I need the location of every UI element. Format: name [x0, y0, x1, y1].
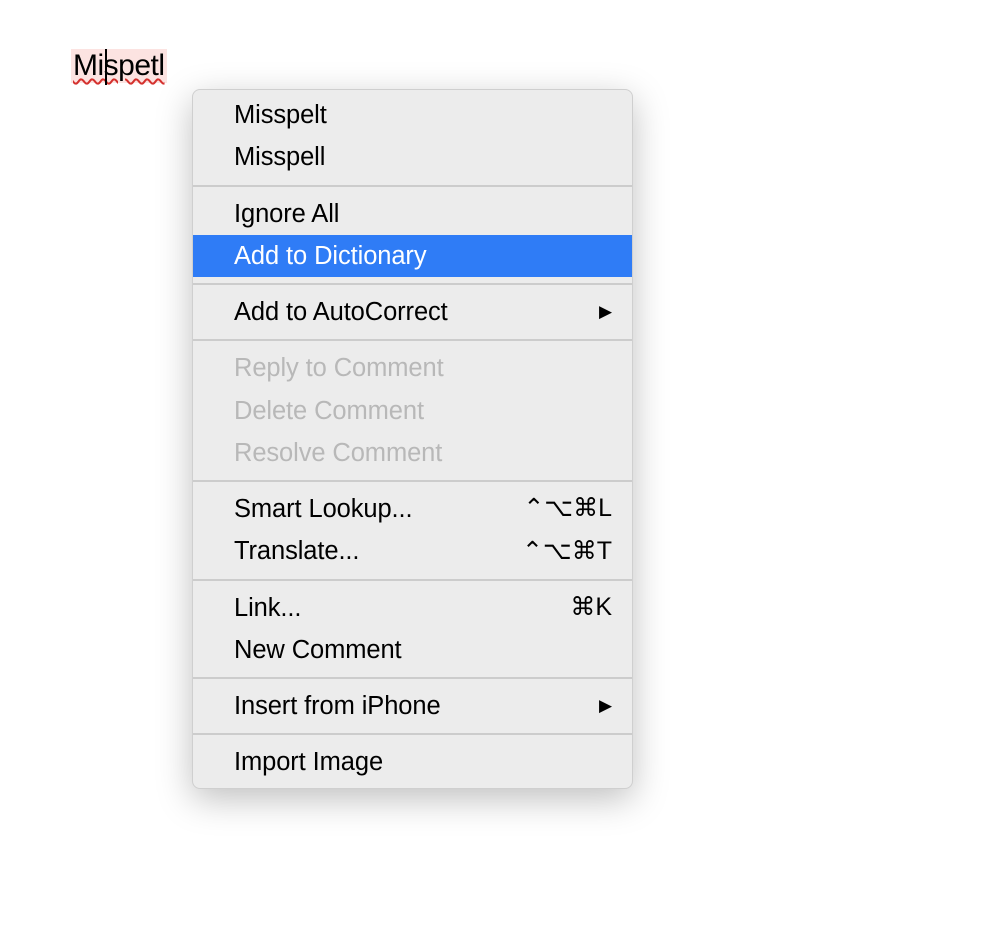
reply-to-comment-item: Reply to Comment [193, 347, 632, 389]
menu-label: Smart Lookup... [234, 490, 413, 528]
menu-label: Misspell [234, 138, 325, 176]
keyboard-shortcut: ⌃⌥⌘L [523, 490, 612, 528]
new-comment-item[interactable]: New Comment [193, 629, 632, 671]
context-menu: Misspelt Misspell Ignore All Add to Dict… [192, 89, 633, 789]
menu-label: Insert from iPhone [234, 687, 441, 725]
menu-label: Ignore All [234, 195, 339, 233]
keyboard-shortcut: ⌘K [570, 589, 612, 627]
smart-lookup-item[interactable]: Smart Lookup... ⌃⌥⌘L [193, 488, 632, 530]
add-to-dictionary-item[interactable]: Add to Dictionary [193, 235, 632, 277]
text-cursor [105, 49, 107, 85]
menu-separator [193, 185, 632, 187]
menu-label: Reply to Comment [234, 349, 444, 387]
suggestion-item[interactable]: Misspell [193, 136, 632, 178]
resolve-comment-item: Resolve Comment [193, 432, 632, 474]
menu-label: Translate... [234, 532, 359, 570]
ignore-all-item[interactable]: Ignore All [193, 193, 632, 235]
insert-from-iphone-item[interactable]: Insert from iPhone ▶ [193, 685, 632, 727]
menu-label: Add to AutoCorrect [234, 293, 448, 331]
menu-label: New Comment [234, 631, 402, 669]
submenu-arrow-icon: ▶ [599, 299, 612, 325]
menu-label: Import Image [234, 743, 383, 781]
menu-separator [193, 339, 632, 341]
menu-separator [193, 283, 632, 285]
link-item[interactable]: Link... ⌘K [193, 587, 632, 629]
menu-separator [193, 579, 632, 581]
menu-label: Link... [234, 589, 301, 627]
delete-comment-item: Delete Comment [193, 390, 632, 432]
suggestion-item[interactable]: Misspelt [193, 94, 632, 136]
import-image-item[interactable]: Import Image [193, 741, 632, 783]
submenu-arrow-icon: ▶ [599, 693, 612, 719]
menu-separator [193, 480, 632, 482]
menu-label: Resolve Comment [234, 434, 442, 472]
keyboard-shortcut: ⌃⌥⌘T [522, 533, 612, 571]
menu-separator [193, 677, 632, 679]
menu-label: Add to Dictionary [234, 237, 426, 275]
misspelled-word[interactable]: Mispetl [71, 49, 167, 83]
menu-label: Misspelt [234, 96, 327, 134]
translate-item[interactable]: Translate... ⌃⌥⌘T [193, 530, 632, 572]
add-to-autocorrect-item[interactable]: Add to AutoCorrect ▶ [193, 291, 632, 333]
menu-separator [193, 733, 632, 735]
menu-label: Delete Comment [234, 392, 424, 430]
